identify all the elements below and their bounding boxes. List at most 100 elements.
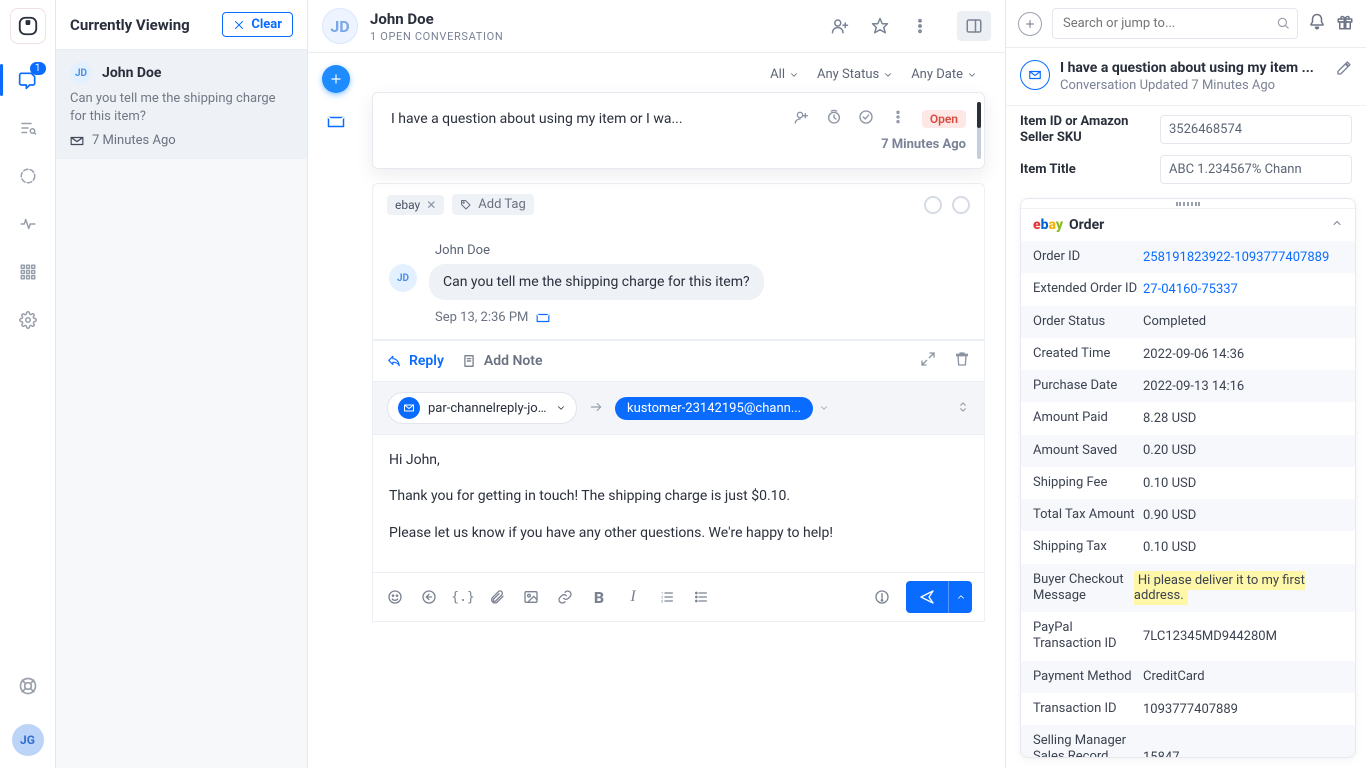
filter-status[interactable]: Any Status [817, 67, 893, 82]
nav-insights[interactable] [0, 152, 56, 200]
order-row: Order ID258191823922-1093777407889 [1021, 241, 1355, 273]
order-header[interactable]: ebay Order [1021, 209, 1355, 241]
card-scrollbar[interactable] [977, 102, 981, 159]
followers-icon[interactable] [794, 109, 810, 129]
ol-icon[interactable]: 123 [657, 587, 677, 607]
edit-icon[interactable] [1336, 60, 1352, 80]
message-body: Can you tell me the shipping charge for … [429, 264, 764, 300]
mail-icon [398, 397, 420, 419]
tab-note[interactable]: Add Note [462, 353, 543, 369]
order-row: Total Tax Amount0.90 USD [1021, 499, 1355, 531]
nav-apps[interactable] [0, 248, 56, 296]
knowledge-icon[interactable] [872, 587, 892, 607]
conversation-time: 7 Minutes Ago [92, 133, 176, 148]
conversation-header: JD John Doe 1 OPEN CONVERSATION [308, 0, 1005, 53]
order-value[interactable]: 27-04160-75337 [1143, 282, 1343, 297]
timeline-mail-icon[interactable] [327, 113, 345, 135]
star-icon[interactable] [869, 15, 891, 37]
conversation-snippet: Can you tell me the shipping charge for … [70, 90, 293, 125]
assign-icon[interactable] [829, 15, 851, 37]
snippet-icon[interactable]: {.} [453, 587, 473, 607]
add-button[interactable] [1018, 12, 1042, 36]
message-from: John Doe [435, 243, 968, 258]
order-key: Created Time [1033, 346, 1143, 362]
search-box[interactable] [1052, 8, 1298, 39]
snooze-icon[interactable] [826, 109, 842, 129]
order-row: Purchase Date2022-09-13 14:16 [1021, 370, 1355, 402]
bold-icon[interactable]: B [589, 587, 609, 607]
card-more-icon[interactable] [890, 109, 906, 129]
order-value: 0.20 USD [1143, 443, 1343, 458]
shortcut-icon[interactable] [419, 587, 439, 607]
attach-icon[interactable] [487, 587, 507, 607]
nav-settings[interactable] [0, 296, 56, 344]
insight-panel: I have a question about using my item ..… [1006, 0, 1366, 768]
ebay-logo: ebay [1033, 217, 1063, 233]
status-circle[interactable] [952, 196, 970, 214]
from-address[interactable]: par-channelreply-jordi su... [387, 392, 577, 424]
remove-tag-icon[interactable]: ✕ [426, 198, 436, 212]
drag-handle[interactable] [1021, 199, 1355, 209]
app-logo[interactable]: " [10, 8, 46, 44]
nav-help[interactable] [0, 662, 56, 710]
send-button[interactable] [906, 581, 948, 613]
filter-date[interactable]: Any Date [911, 67, 977, 82]
done-icon[interactable] [858, 109, 874, 129]
order-value: 2022-09-06 14:36 [1143, 347, 1343, 362]
order-row: Payment MethodCreditCard [1021, 661, 1355, 693]
status-circle[interactable] [924, 196, 942, 214]
order-key: Payment Method [1033, 669, 1143, 685]
trash-icon[interactable] [954, 351, 970, 371]
order-value: 2022-09-13 14:16 [1143, 379, 1343, 394]
send-dropdown[interactable] [948, 581, 972, 613]
emoji-icon[interactable] [385, 587, 405, 607]
more-icon[interactable] [909, 15, 931, 37]
order-key: Buyer Checkout Message [1033, 572, 1134, 605]
header-avatar[interactable]: JD [322, 8, 358, 44]
search-input[interactable] [1052, 8, 1298, 39]
subject-text: I have a question about using my item or… [391, 111, 683, 127]
order-value: 0.90 USD [1143, 508, 1343, 523]
chevron-down-icon[interactable] [819, 403, 829, 413]
reply-box: Reply Add Note par-channelreply-jordi su… [372, 340, 985, 622]
sidebar: Currently Viewing Clear JD John Doe Can … [56, 0, 308, 768]
item-title-input[interactable] [1160, 155, 1352, 184]
order-row: Buyer Checkout MessageHi please deliver … [1021, 564, 1355, 613]
sort-icon[interactable] [956, 399, 970, 418]
insight-title: I have a question about using my item ..… [1060, 60, 1326, 76]
italic-icon[interactable]: I [623, 587, 643, 607]
to-address[interactable]: kustomer-23142195@chann... [615, 397, 813, 420]
filter-bar: All Any Status Any Date [372, 63, 985, 92]
link-icon[interactable] [555, 587, 575, 607]
bell-icon[interactable] [1308, 13, 1326, 35]
nav-rail: " 1 JG [0, 0, 56, 768]
order-key: Order ID [1033, 249, 1143, 265]
tab-reply[interactable]: Reply [387, 353, 444, 369]
order-value[interactable]: 258191823922-1093777407889 [1143, 250, 1343, 265]
panel-toggle-icon[interactable] [957, 11, 991, 41]
nav-search[interactable] [0, 104, 56, 152]
add-tag-button[interactable]: Add Tag [452, 194, 534, 215]
order-value: Completed [1143, 314, 1343, 329]
item-id-input[interactable] [1160, 115, 1352, 144]
message-avatar: JD [389, 264, 417, 292]
add-conversation-button[interactable] [322, 65, 350, 93]
order-key: Purchase Date [1033, 378, 1143, 394]
expand-icon[interactable] [920, 351, 936, 371]
conversation-item[interactable]: JD John Doe Can you tell me the shipping… [56, 50, 307, 159]
subject-card[interactable]: I have a question about using my item or… [372, 92, 985, 169]
filter-all[interactable]: All [770, 67, 799, 82]
tag-ebay[interactable]: ebay✕ [387, 195, 444, 215]
ul-icon[interactable] [691, 587, 711, 607]
channel-mail-icon [536, 311, 550, 325]
chevron-up-icon[interactable] [1331, 217, 1343, 233]
order-row: Created Time2022-09-06 14:36 [1021, 338, 1355, 370]
image-icon[interactable] [521, 587, 541, 607]
nav-inbox[interactable]: 1 [0, 56, 56, 104]
user-avatar[interactable]: JG [12, 724, 44, 756]
nav-pulse[interactable] [0, 200, 56, 248]
reply-editor[interactable]: Hi John, Thank you for getting in touch!… [373, 435, 984, 572]
item-title-label: Item Title [1020, 162, 1150, 178]
gift-icon[interactable] [1336, 13, 1354, 35]
clear-button[interactable]: Clear [222, 12, 293, 37]
